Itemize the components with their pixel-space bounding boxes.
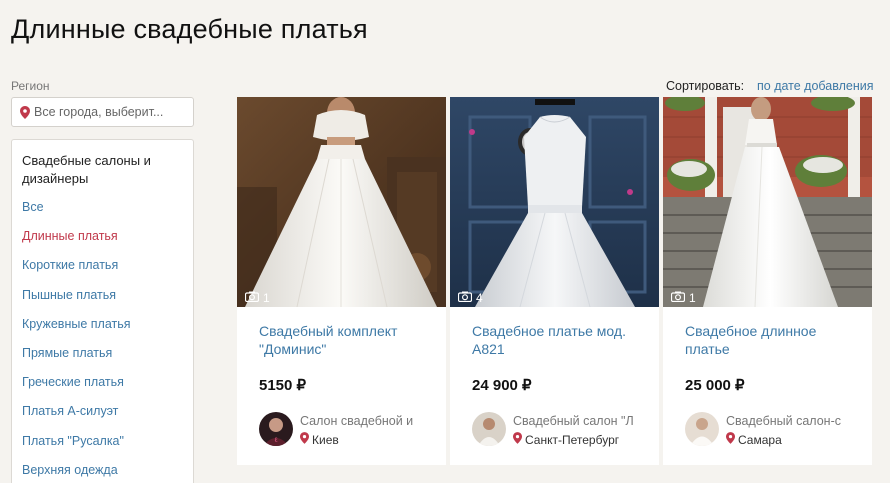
seller-location: Киев (300, 432, 339, 447)
product-card[interactable]: 1 Свадебное длинное платье 25 000 ₽ Свад… (663, 97, 872, 465)
photo-count: 1 (263, 291, 270, 305)
product-price: 5150 ₽ (259, 377, 307, 394)
sort-dropdown[interactable]: по дате добавления (757, 79, 874, 93)
camera-icon (457, 291, 473, 305)
sidebar-item-straight-dresses[interactable]: Прямые платья (22, 345, 183, 374)
seller-location: Самара (726, 432, 782, 447)
city-placeholder: Все города, выберит... (34, 105, 164, 119)
sidebar-heading: Свадебные салоны и дизайнеры (22, 153, 151, 186)
city-select-input[interactable]: Все города, выберит... (11, 97, 194, 127)
photo-count: 4 (476, 291, 483, 305)
product-title[interactable]: Свадебное длинное платье (685, 322, 855, 358)
photo-count-badge: 4 (450, 288, 491, 307)
seller-avatar[interactable] (685, 412, 719, 446)
camera-icon (244, 291, 260, 305)
seller-location: Санкт-Петербург (513, 432, 619, 447)
sidebar-item-all[interactable]: Все (22, 199, 183, 228)
map-pin-icon (513, 432, 522, 447)
region-label: Регион (11, 79, 50, 93)
seller-avatar[interactable] (472, 412, 506, 446)
seller-name[interactable]: Свадебный салон "Л (513, 414, 653, 428)
map-pin-icon (726, 432, 735, 447)
product-price: 25 000 ₽ (685, 377, 745, 394)
product-photo[interactable]: 1 (237, 97, 446, 307)
sidebar-item-short-dresses[interactable]: Короткие платья (22, 257, 183, 286)
sidebar-item-lace-dresses[interactable]: Кружевные платья (22, 316, 183, 345)
sidebar-item-a-line-dresses[interactable]: Платья А-силуэт (22, 403, 183, 432)
seller-name[interactable]: Салон свадебной и (300, 414, 440, 428)
location-text: Санкт-Петербург (525, 432, 620, 447)
product-title[interactable]: Свадебное платье мод. А821 (472, 322, 642, 358)
sidebar-item-long-dresses[interactable]: Длинные платья (22, 228, 183, 257)
page-title: Длинные свадебные платья (11, 14, 368, 44)
product-title[interactable]: Свадебный комплект "Доминис" (259, 322, 429, 358)
location-text: Киев (312, 432, 339, 447)
photo-count-badge: 1 (237, 288, 278, 307)
product-price: 24 900 ₽ (472, 377, 532, 394)
product-grid: 1 Свадебный комплект "Доминис" 5150 ₽ ℓ … (237, 97, 872, 465)
product-photo[interactable]: 1 (663, 97, 872, 307)
map-pin-icon (20, 105, 30, 119)
svg-text:ℓ: ℓ (274, 436, 277, 444)
sidebar-item-mermaid-dresses[interactable]: Платья "Русалка" (22, 433, 183, 462)
camera-icon (670, 291, 686, 305)
category-sidebar: Свадебные салоны и дизайнеры Все Длинные… (11, 139, 194, 483)
sidebar-item-outerwear[interactable]: Верхняя одежда (22, 462, 183, 483)
sidebar-item-puffy-dresses[interactable]: Пышные платья (22, 287, 183, 316)
seller-name[interactable]: Свадебный салон-с (726, 414, 866, 428)
photo-count-badge: 1 (663, 288, 704, 307)
location-text: Самара (738, 432, 782, 447)
product-photo[interactable]: 4 (450, 97, 659, 307)
sidebar-item-greek-dresses[interactable]: Греческие платья (22, 374, 183, 403)
seller-avatar[interactable]: ℓ (259, 412, 293, 446)
product-card[interactable]: 4 Свадебное платье мод. А821 24 900 ₽ Св… (450, 97, 659, 465)
product-card[interactable]: 1 Свадебный комплект "Доминис" 5150 ₽ ℓ … (237, 97, 446, 465)
sort-label: Сортировать: (666, 79, 745, 93)
photo-count: 1 (689, 291, 696, 305)
map-pin-icon (300, 432, 309, 447)
